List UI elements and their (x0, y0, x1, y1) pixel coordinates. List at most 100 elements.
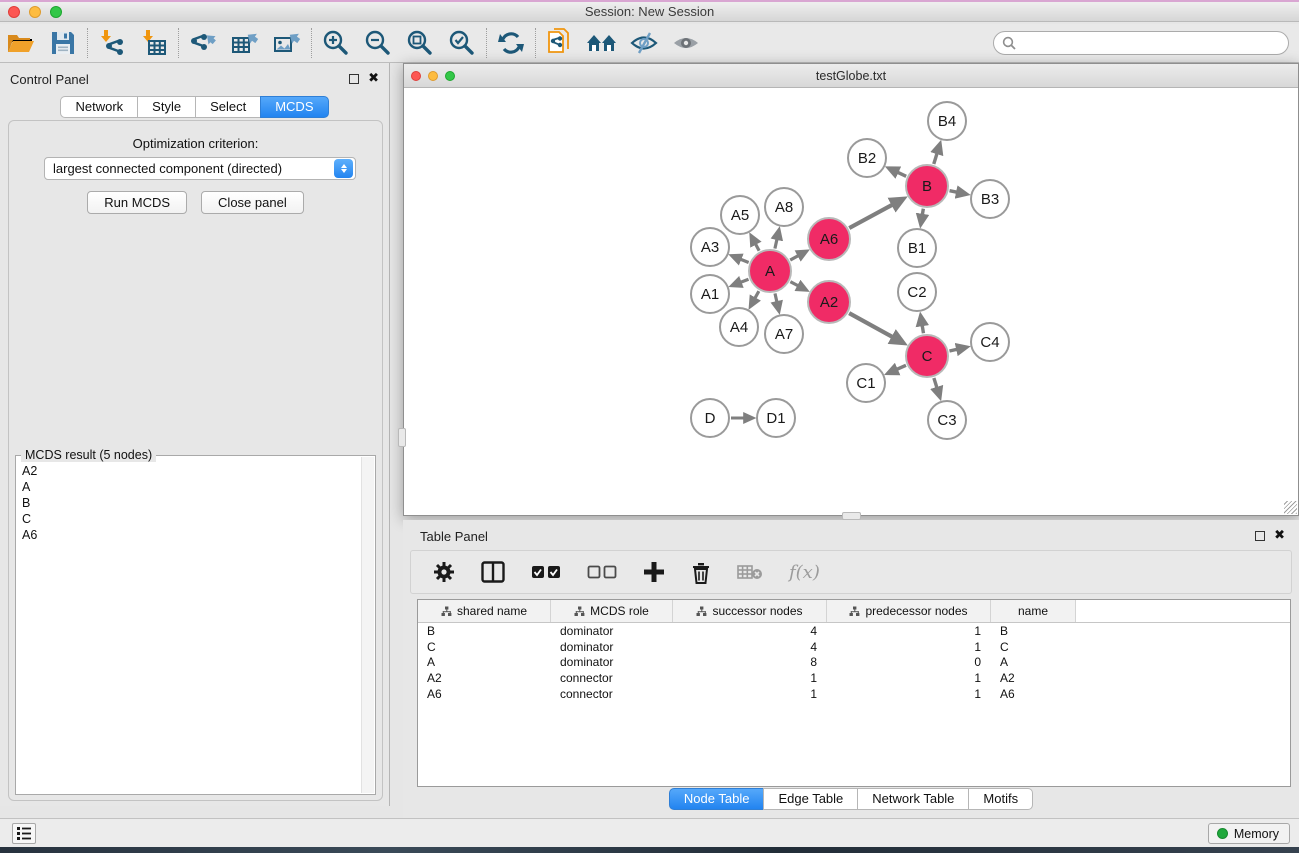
table-cell[interactable]: B (418, 624, 551, 638)
hide-graphics-details-icon[interactable] (623, 26, 665, 60)
export-network-icon[interactable] (182, 26, 224, 60)
search-input[interactable] (1016, 33, 1288, 53)
graph-node-A1[interactable]: A1 (691, 275, 729, 313)
table-cell[interactable]: B (991, 624, 1076, 638)
table-tab-edge-table[interactable]: Edge Table (763, 788, 857, 810)
graph-node-A4[interactable]: A4 (720, 308, 758, 346)
graph-edge-C-C4[interactable] (949, 349, 959, 351)
table-tab-motifs[interactable]: Motifs (968, 788, 1033, 810)
graph-edge-B-B1[interactable] (922, 209, 923, 217)
table-cell[interactable]: C (418, 640, 551, 654)
table-row[interactable]: A2connector11A2 (418, 670, 1290, 686)
graph-node-A3[interactable]: A3 (691, 228, 729, 266)
graph-edge-A-A7[interactable] (775, 293, 777, 304)
graph-edge-C-C1[interactable] (895, 365, 906, 370)
show-graphics-details-icon[interactable] (665, 26, 707, 60)
tab-mcds[interactable]: MCDS (260, 96, 328, 118)
table-cell[interactable]: C (991, 640, 1076, 654)
column-header-name[interactable]: name (991, 600, 1076, 622)
deselect-all-checkboxes-icon[interactable] (587, 565, 617, 579)
graph-edge-C-C2[interactable] (922, 323, 924, 333)
table-cell[interactable]: 1 (827, 671, 991, 685)
zoom-selected-icon[interactable] (441, 26, 483, 60)
table-cell[interactable]: 1 (827, 624, 991, 638)
mcds-result-item[interactable]: C (22, 511, 361, 527)
splitter-handle-vertical[interactable] (398, 428, 406, 447)
function-builder-icon[interactable]: f(x) (789, 562, 820, 583)
table-cell[interactable]: A6 (991, 687, 1076, 701)
table-tab-network-table[interactable]: Network Table (857, 788, 968, 810)
table-row[interactable]: Bdominator41B (418, 623, 1290, 639)
export-image-icon[interactable] (266, 26, 308, 60)
table-tab-node-table[interactable]: Node Table (669, 788, 764, 810)
graph-edge-B-B3[interactable] (950, 191, 960, 193)
table-row[interactable]: Cdominator41C (418, 639, 1290, 655)
delete-column-icon[interactable] (691, 561, 711, 584)
zoom-fit-icon[interactable] (399, 26, 441, 60)
result-scrollbar[interactable] (361, 457, 374, 793)
graph-node-A7[interactable]: A7 (765, 315, 803, 353)
graph-node-A5[interactable]: A5 (721, 196, 759, 234)
network-graph[interactable]: B4B2BB3A5A8A6B1A3AA1C2A2A4A7C4CC1C3DD1 (404, 88, 1298, 515)
refresh-view-icon[interactable] (490, 26, 532, 60)
graph-node-B4[interactable]: B4 (928, 102, 966, 140)
splitter-handle-horizontal[interactable] (842, 512, 861, 520)
graph-node-C3[interactable]: C3 (928, 401, 966, 439)
network-canvas[interactable]: B4B2BB3A5A8A6B1A3AA1C2A2A4A7C4CC1C3DD1 (404, 88, 1298, 515)
table-cell[interactable]: A6 (418, 687, 551, 701)
table-cell[interactable]: 1 (673, 671, 827, 685)
table-cell[interactable]: A2 (991, 671, 1076, 685)
graph-node-B2[interactable]: B2 (848, 139, 886, 177)
tab-network[interactable]: Network (60, 96, 137, 118)
zoom-out-icon[interactable] (357, 26, 399, 60)
mcds-result-item[interactable]: A (22, 479, 361, 495)
column-header-successor-nodes[interactable]: successor nodes (673, 600, 827, 622)
graph-edge-A-A2[interactable] (790, 282, 800, 287)
export-table-icon[interactable] (224, 26, 266, 60)
column-header-MCDS-role[interactable]: MCDS role (551, 600, 673, 622)
close-panel-button[interactable]: Close panel (201, 191, 304, 214)
mcds-result-item[interactable]: A2 (22, 463, 361, 479)
network-window-titlebar[interactable]: testGlobe.txt (404, 64, 1298, 88)
graph-node-D[interactable]: D (691, 399, 729, 437)
mcds-result-item[interactable]: B (22, 495, 361, 511)
run-mcds-button[interactable]: Run MCDS (87, 191, 187, 214)
graph-node-D1[interactable]: D1 (757, 399, 795, 437)
delete-table-icon[interactable] (737, 563, 763, 581)
graph-edge-C-C3[interactable] (934, 378, 938, 390)
criterion-dropdown[interactable]: largest connected component (directed) (44, 157, 356, 180)
table-cell[interactable]: A (418, 655, 551, 669)
table-cell[interactable]: 8 (673, 655, 827, 669)
network-from-file-icon[interactable] (539, 26, 581, 60)
memory-button[interactable]: Memory (1208, 823, 1290, 844)
graph-edge-A2-C[interactable] (849, 313, 895, 338)
table-cell[interactable]: 0 (827, 655, 991, 669)
table-settings-gear-icon[interactable] (433, 561, 455, 583)
open-session-icon[interactable] (0, 26, 42, 60)
task-history-button[interactable] (12, 823, 36, 844)
table-cell[interactable]: dominator (551, 655, 673, 669)
graph-node-C4[interactable]: C4 (971, 323, 1009, 361)
add-column-icon[interactable] (643, 561, 665, 583)
graph-node-A6[interactable]: A6 (808, 218, 850, 260)
graph-node-B[interactable]: B (906, 165, 948, 207)
tab-select[interactable]: Select (195, 96, 260, 118)
graph-node-C[interactable]: C (906, 335, 948, 377)
table-cell[interactable]: 4 (673, 640, 827, 654)
table-cell[interactable]: dominator (551, 640, 673, 654)
graph-node-C1[interactable]: C1 (847, 364, 885, 402)
graph-edge-A-A6[interactable] (790, 255, 800, 261)
float-panel-icon[interactable] (349, 74, 359, 84)
column-header-predecessor-nodes[interactable]: predecessor nodes (827, 600, 991, 622)
table-cell[interactable]: 1 (827, 687, 991, 701)
graph-edge-A-A1[interactable] (738, 279, 748, 283)
mcds-result-item[interactable]: A6 (22, 527, 361, 543)
graph-node-A8[interactable]: A8 (765, 188, 803, 226)
table-cell[interactable]: A2 (418, 671, 551, 685)
table-row[interactable]: A6connector11A6 (418, 686, 1290, 702)
table-cell[interactable]: connector (551, 671, 673, 685)
graph-edge-B-B2[interactable] (895, 171, 906, 176)
close-panel-icon[interactable]: ✖ (368, 74, 379, 84)
select-all-checkboxes-icon[interactable] (531, 565, 561, 579)
table-cell[interactable]: 1 (673, 687, 827, 701)
